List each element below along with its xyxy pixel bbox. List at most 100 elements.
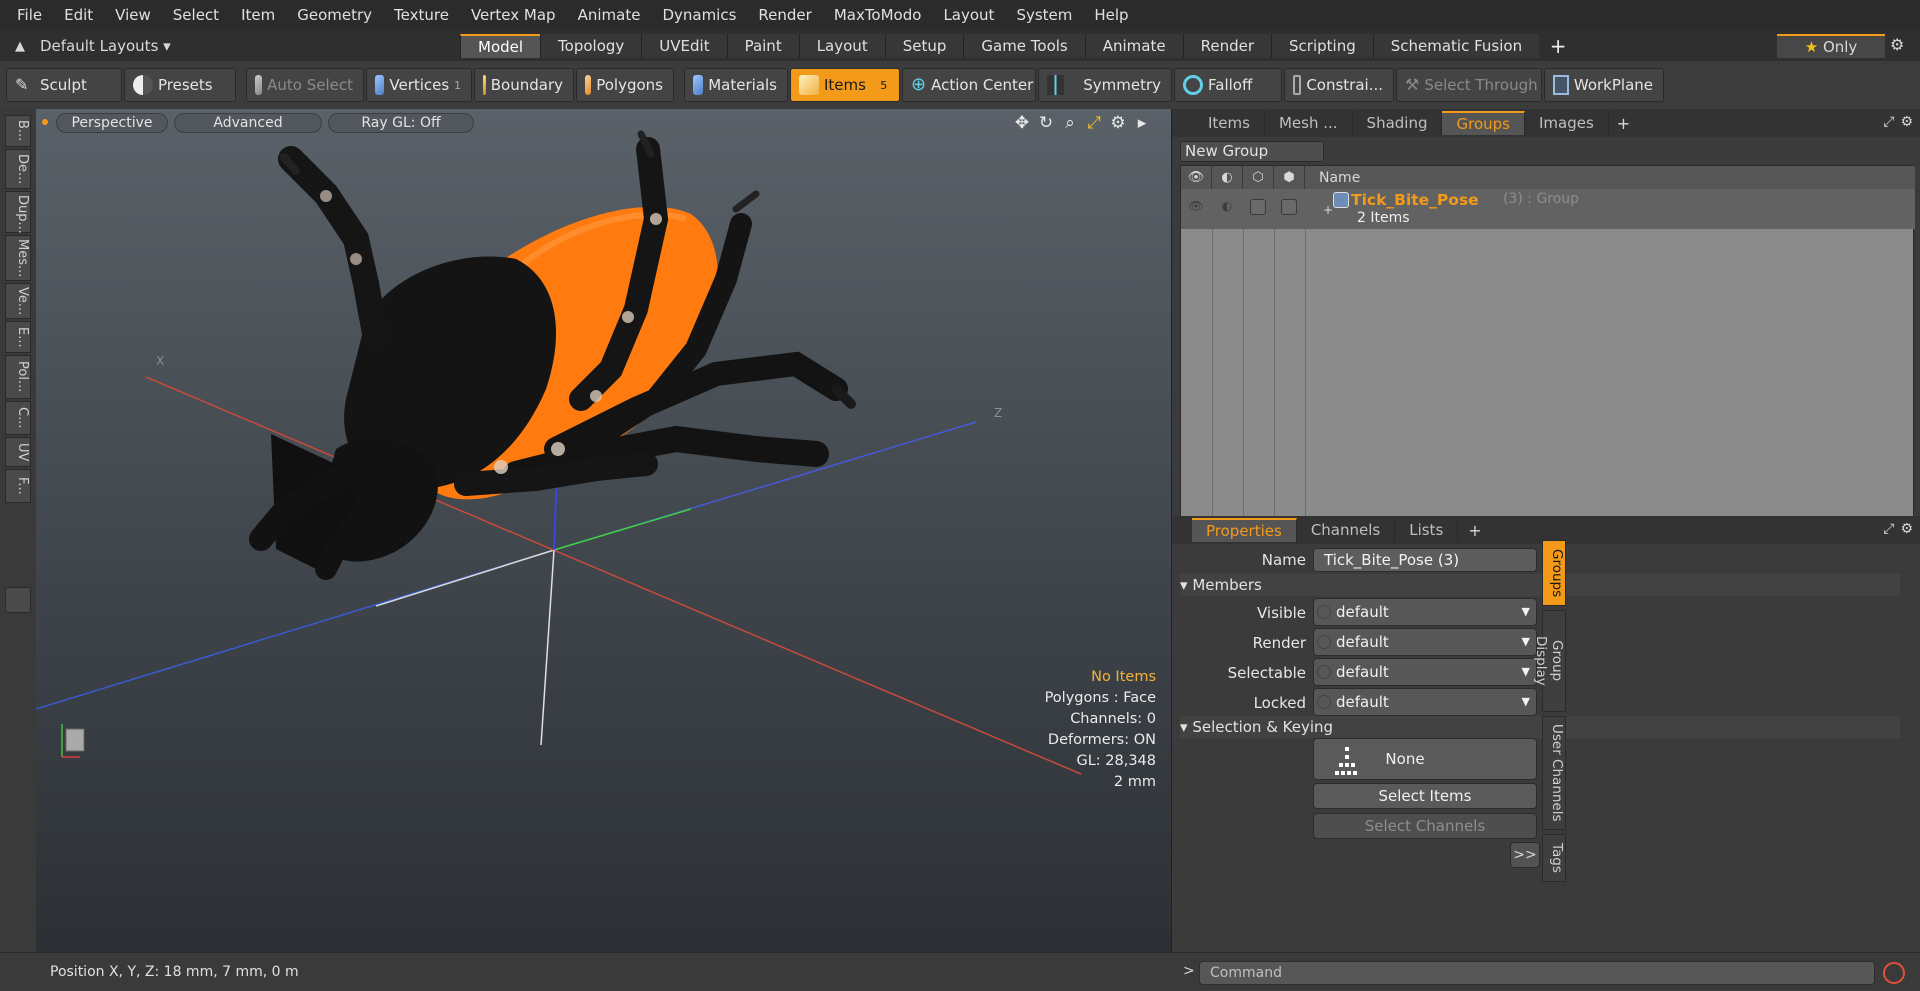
panel-gear-icon[interactable]: ⚙: [1900, 114, 1913, 130]
left-tab-edge[interactable]: E...: [5, 321, 31, 353]
tab-items[interactable]: Items: [1194, 111, 1265, 135]
tab-render[interactable]: Render: [1182, 34, 1272, 58]
gear-icon[interactable]: ⚙: [1890, 35, 1904, 54]
vtab-user-channels[interactable]: User Channels: [1542, 716, 1566, 830]
none-keying-button[interactable]: None: [1313, 738, 1537, 780]
menu-system[interactable]: System: [1005, 0, 1083, 31]
record-macro-icon[interactable]: [1883, 962, 1905, 984]
vertices-button[interactable]: Vertices 1: [366, 68, 472, 102]
ray-gl-button[interactable]: Ray GL: Off: [328, 113, 474, 133]
add-panel-tab-button[interactable]: +: [1617, 114, 1630, 133]
constraints-button[interactable]: Constrai...: [1284, 68, 1394, 102]
menu-vertex-map[interactable]: Vertex Map: [460, 0, 567, 31]
collapse-arrow-icon[interactable]: ▲: [0, 39, 40, 54]
tab-paint[interactable]: Paint: [726, 34, 799, 58]
menu-help[interactable]: Help: [1083, 0, 1139, 31]
action-center-button[interactable]: ⊕ Action Center: [902, 68, 1036, 102]
fit-view-icon[interactable]: ⤢: [1085, 113, 1103, 133]
visible-dropdown[interactable]: default ▼: [1313, 598, 1537, 626]
menu-animate[interactable]: Animate: [567, 0, 652, 31]
group-row[interactable]: 👁 ◐ + Tick_Bite_Pose (3) : Group 2 Items: [1181, 189, 1915, 229]
locked-dropdown[interactable]: default ▼: [1313, 688, 1537, 716]
items-button[interactable]: Items 5: [790, 68, 900, 102]
presets-button[interactable]: Presets: [124, 68, 236, 102]
tab-mesh[interactable]: Mesh ...: [1265, 111, 1353, 135]
tab-schematic-fusion[interactable]: Schematic Fusion: [1372, 34, 1540, 58]
expand-group-icon[interactable]: +: [1323, 203, 1333, 217]
add-properties-tab-button[interactable]: +: [1468, 521, 1481, 540]
name-field[interactable]: Tick_Bite_Pose (3): [1313, 548, 1537, 572]
more-button[interactable]: >>: [1510, 842, 1540, 868]
sculpt-button[interactable]: ✎ Sculpt: [6, 68, 122, 102]
command-input[interactable]: Command: [1199, 961, 1875, 985]
expand-properties-icon[interactable]: ⤢: [1883, 521, 1894, 537]
tab-topology[interactable]: Topology: [540, 34, 642, 58]
viewport-expand-icon[interactable]: ▸: [1133, 113, 1151, 133]
boundary-button[interactable]: Boundary: [474, 68, 574, 102]
default-layouts-dropdown[interactable]: Default Layouts ▾: [40, 37, 460, 55]
left-tab-duplicate[interactable]: Dup...: [5, 191, 31, 234]
workplane-button[interactable]: WorkPlane: [1544, 68, 1664, 102]
perspective-button[interactable]: Perspective: [56, 113, 168, 133]
only-button[interactable]: ★ Only: [1777, 34, 1885, 58]
tab-uvedit[interactable]: UVEdit: [641, 34, 727, 58]
menu-dynamics[interactable]: Dynamics: [651, 0, 747, 31]
add-layout-tab-button[interactable]: +: [1539, 34, 1577, 58]
render-dropdown[interactable]: default ▼: [1313, 628, 1537, 656]
left-tab-curve[interactable]: C...: [5, 401, 31, 435]
new-group-button[interactable]: New Group: [1180, 141, 1324, 162]
members-section[interactable]: ▾ Members: [1180, 574, 1900, 596]
tab-setup[interactable]: Setup: [884, 34, 964, 58]
vtab-group-display[interactable]: Group Display: [1533, 610, 1566, 712]
tab-lists[interactable]: Lists: [1395, 518, 1459, 542]
menu-texture[interactable]: Texture: [383, 0, 460, 31]
render-column-icon[interactable]: ◐: [1212, 166, 1243, 189]
select-items-button[interactable]: Select Items: [1313, 783, 1537, 809]
menu-item[interactable]: Item: [230, 0, 286, 31]
materials-button[interactable]: Materials: [684, 68, 788, 102]
left-tab-fusion[interactable]: F...: [5, 469, 31, 503]
locked-checkbox[interactable]: [1281, 199, 1297, 215]
tab-animate[interactable]: Animate: [1084, 34, 1183, 58]
tab-model[interactable]: Model: [460, 34, 541, 58]
menu-geometry[interactable]: Geometry: [286, 0, 383, 31]
rotate-view-icon[interactable]: ↻: [1037, 113, 1055, 133]
select-column-icon[interactable]: ⬡: [1243, 166, 1274, 189]
selection-keying-section[interactable]: ▾ Selection & Keying: [1180, 716, 1900, 738]
tab-game-tools[interactable]: Game Tools: [963, 34, 1085, 58]
falloff-button[interactable]: Falloff: [1174, 68, 1282, 102]
vtab-tags[interactable]: Tags: [1542, 834, 1566, 882]
symmetry-button[interactable]: Symmetry: [1038, 68, 1172, 102]
menu-view[interactable]: View: [104, 0, 162, 31]
left-strip-toggle-button[interactable]: [5, 587, 31, 613]
selectable-dropdown[interactable]: default ▼: [1313, 658, 1537, 686]
left-tab-vertex[interactable]: Ve...: [5, 283, 31, 319]
left-tab-polygon[interactable]: Pol...: [5, 355, 31, 399]
menu-file[interactable]: File: [6, 0, 53, 31]
menu-select[interactable]: Select: [162, 0, 230, 31]
expand-panel-icon[interactable]: ⤢: [1883, 114, 1894, 130]
render-toggle-icon[interactable]: ◐: [1219, 199, 1235, 215]
vtab-groups[interactable]: Groups: [1542, 540, 1566, 606]
menu-render[interactable]: Render: [747, 0, 822, 31]
lock-column-icon[interactable]: ⬢: [1274, 166, 1305, 189]
tab-shading[interactable]: Shading: [1353, 111, 1443, 135]
advanced-button[interactable]: Advanced: [174, 113, 322, 133]
auto-select-button[interactable]: Auto Select: [246, 68, 364, 102]
left-tab-basic[interactable]: B...: [5, 115, 31, 147]
viewport-gear-icon[interactable]: ⚙: [1109, 113, 1127, 133]
tab-scripting[interactable]: Scripting: [1271, 34, 1373, 58]
name-column-header[interactable]: Name: [1305, 170, 1360, 186]
tab-channels[interactable]: Channels: [1297, 518, 1396, 542]
menu-edit[interactable]: Edit: [53, 0, 104, 31]
tab-properties[interactable]: Properties: [1192, 518, 1297, 542]
visibility-column-icon[interactable]: 👁: [1181, 166, 1212, 189]
menu-maxtomodo[interactable]: MaxToModo: [823, 0, 933, 31]
menu-layout[interactable]: Layout: [932, 0, 1005, 31]
select-through-button[interactable]: ⚒ Select Through: [1396, 68, 1542, 102]
left-tab-uv[interactable]: UV: [5, 437, 31, 467]
zoom-view-icon[interactable]: ⌕: [1061, 113, 1079, 133]
left-tab-deform[interactable]: De...: [5, 149, 31, 189]
select-channels-button[interactable]: Select Channels: [1313, 813, 1537, 839]
properties-gear-icon[interactable]: ⚙: [1900, 521, 1913, 537]
